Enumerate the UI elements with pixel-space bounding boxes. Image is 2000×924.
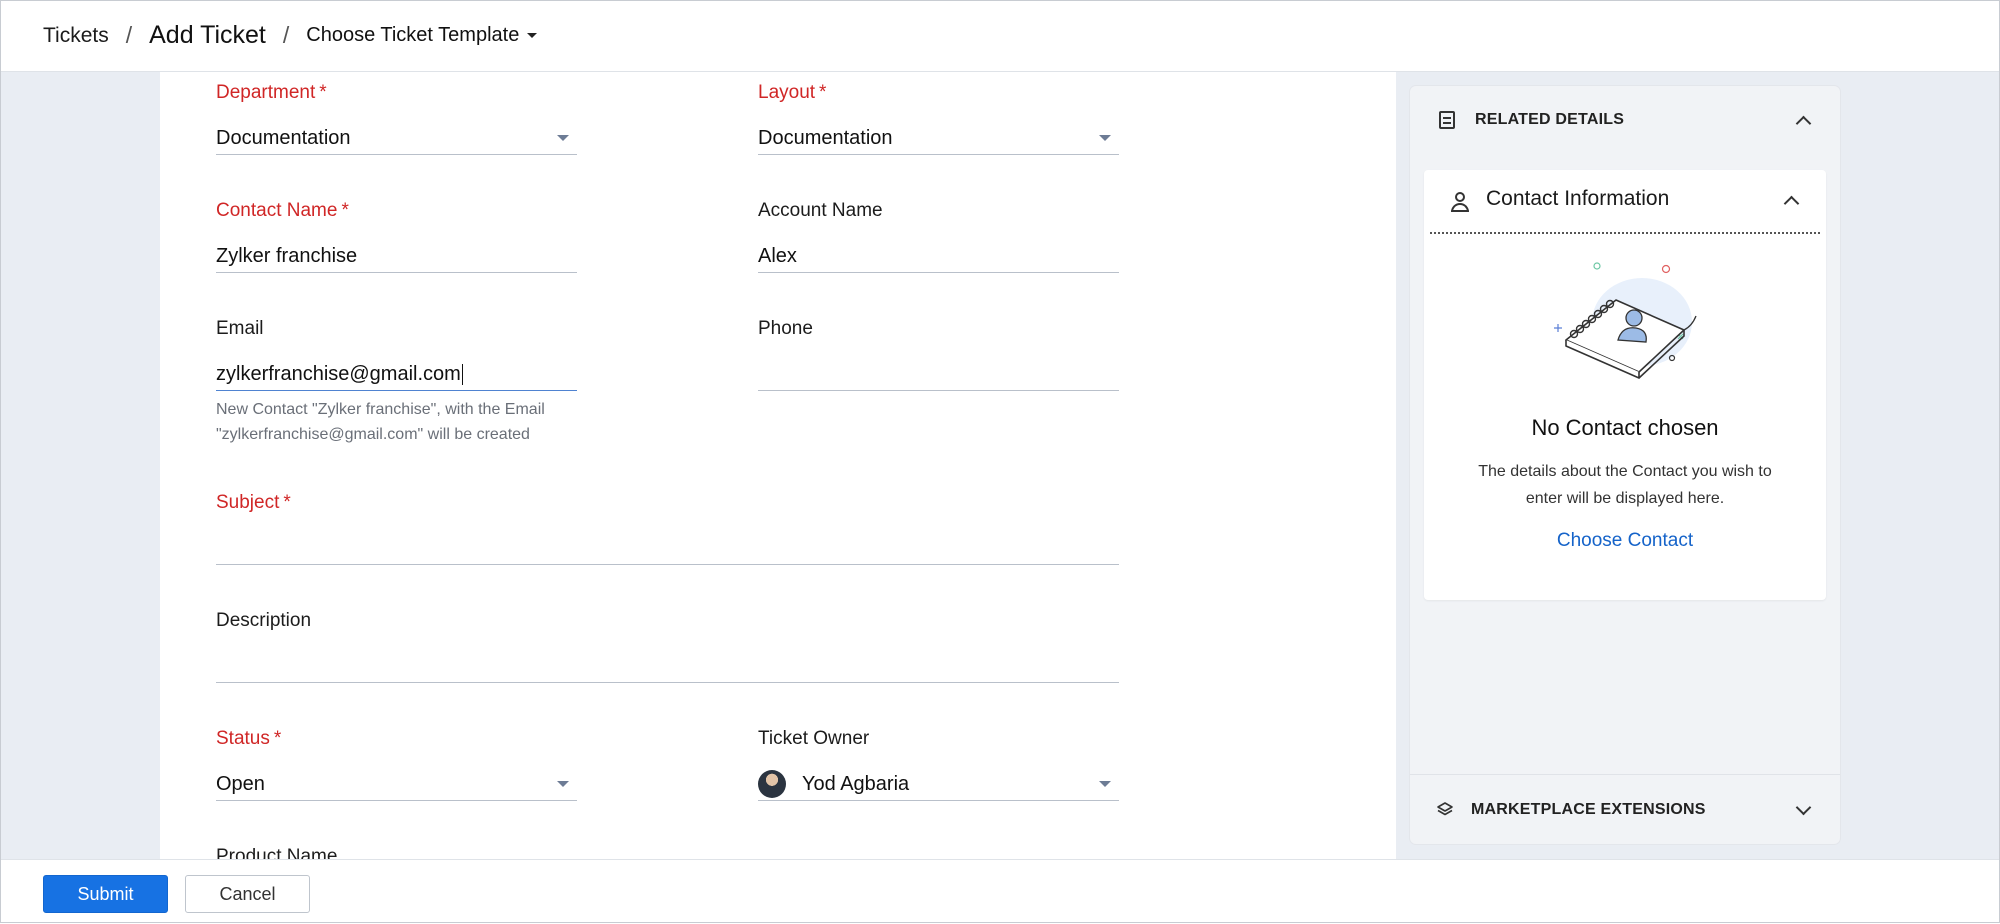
- page-title: Add Ticket: [149, 21, 266, 49]
- subject-field: Subject *: [216, 492, 1119, 565]
- subject-label: Subject *: [216, 492, 291, 513]
- contact-book-illustration: [1554, 262, 1697, 379]
- contact-name-input[interactable]: Zylker franchise: [216, 240, 577, 273]
- email-value: zylkerfranchise@gmail.com: [216, 362, 461, 385]
- ticket-template-label: Choose Ticket Template: [306, 24, 520, 46]
- description-input[interactable]: [216, 650, 1119, 683]
- chevron-down-icon[interactable]: [1795, 799, 1812, 816]
- ticket-owner-label: Ticket Owner: [758, 728, 870, 749]
- layout-value: Documentation: [758, 126, 893, 149]
- dropdown-caret-icon: [557, 135, 569, 141]
- no-contact-title: No Contact chosen: [1531, 415, 1719, 440]
- dropdown-caret-icon: [557, 781, 569, 787]
- related-details-panel: RELATED DETAILS Contact Information No C…: [1410, 86, 1840, 844]
- phone-input[interactable]: [758, 358, 1119, 391]
- contact-information-card: Contact Information No Contact chosen Th…: [1424, 170, 1826, 600]
- marketplace-extensions-header[interactable]: MARKETPLACE EXTENSIONS: [1410, 774, 1840, 845]
- layout-label: Layout *: [758, 82, 827, 103]
- phone-field: Phone: [758, 318, 1119, 391]
- product-name-field: Product Name: [216, 846, 577, 859]
- chevron-up-icon[interactable]: [1795, 115, 1812, 132]
- related-details-title: RELATED DETAILS: [1475, 111, 1625, 128]
- department-label: Department *: [216, 82, 327, 103]
- email-input[interactable]: zylkerfranchise@gmail.com: [216, 358, 577, 391]
- ticket-owner-value: Yod Agbaria: [802, 772, 910, 795]
- avatar: [758, 770, 786, 798]
- layout-select[interactable]: Documentation: [758, 122, 1119, 155]
- ticket-owner-field: Ticket Owner Yod Agbaria: [758, 728, 1119, 801]
- ticket-form: Department * Documentation Layout * Docume…: [160, 72, 1396, 859]
- email-hint: New Contact "Zylker franchise", with the…: [216, 401, 545, 443]
- choose-contact-link[interactable]: Choose Contact: [1424, 530, 1826, 552]
- department-field: Department * Documentation: [216, 82, 577, 155]
- chevron-up-icon[interactable]: [1783, 195, 1800, 212]
- layout-field: Layout * Documentation: [758, 82, 1119, 155]
- description-field: Description: [216, 610, 1119, 683]
- divider: [1430, 232, 1820, 234]
- breadcrumb-tickets-link[interactable]: Tickets: [43, 24, 109, 48]
- user-icon: [1450, 192, 1470, 212]
- cancel-button[interactable]: Cancel: [185, 875, 310, 913]
- email-field: Email zylkerfranchise@gmail.com New Cont…: [216, 318, 577, 443]
- marketplace-extensions-title: MARKETPLACE EXTENSIONS: [1471, 801, 1706, 818]
- text-cursor: [461, 363, 463, 385]
- account-name-input[interactable]: Alex: [758, 240, 1119, 273]
- status-label: Status *: [216, 728, 282, 749]
- account-name-field: Account Name Alex: [758, 200, 1119, 273]
- phone-label: Phone: [758, 318, 813, 339]
- department-value: Documentation: [216, 126, 351, 149]
- submit-button[interactable]: Submit: [43, 875, 168, 913]
- account-name-label: Account Name: [758, 200, 883, 221]
- ticket-owner-select[interactable]: Yod Agbaria: [758, 768, 1119, 801]
- subject-input[interactable]: [216, 532, 1119, 565]
- ticket-template-dropdown[interactable]: Choose Ticket Template: [306, 24, 538, 47]
- caret-down-icon: [527, 33, 538, 38]
- status-value: Open: [216, 772, 265, 795]
- status-field: Status * Open: [216, 728, 577, 801]
- contact-name-label: Contact Name *: [216, 200, 349, 221]
- related-details-header[interactable]: RELATED DETAILS: [1410, 86, 1840, 156]
- breadcrumb-separator: /: [282, 22, 290, 48]
- contact-name-value: Zylker franchise: [216, 244, 358, 267]
- breadcrumb-separator: /: [125, 22, 133, 48]
- contact-information-title: Contact Information: [1486, 187, 1670, 210]
- description-label: Description: [216, 610, 312, 631]
- details-list-icon: [1439, 111, 1455, 129]
- form-actions-bar: Submit Cancel: [0, 859, 2000, 924]
- breadcrumb: Tickets / Add Ticket / Choose Ticket Tem…: [0, 0, 2000, 72]
- dropdown-caret-icon: [1099, 781, 1111, 787]
- email-label: Email: [216, 318, 264, 339]
- no-contact-description: The details about the Contact you wish t…: [1478, 463, 1772, 507]
- department-select[interactable]: Documentation: [216, 122, 577, 155]
- status-select[interactable]: Open: [216, 768, 577, 801]
- dropdown-caret-icon: [1099, 135, 1111, 141]
- product-name-label: Product Name: [216, 846, 338, 859]
- account-name-value: Alex: [758, 244, 797, 267]
- contact-name-field: Contact Name * Zylker franchise: [216, 200, 577, 273]
- layers-icon: [1437, 802, 1453, 816]
